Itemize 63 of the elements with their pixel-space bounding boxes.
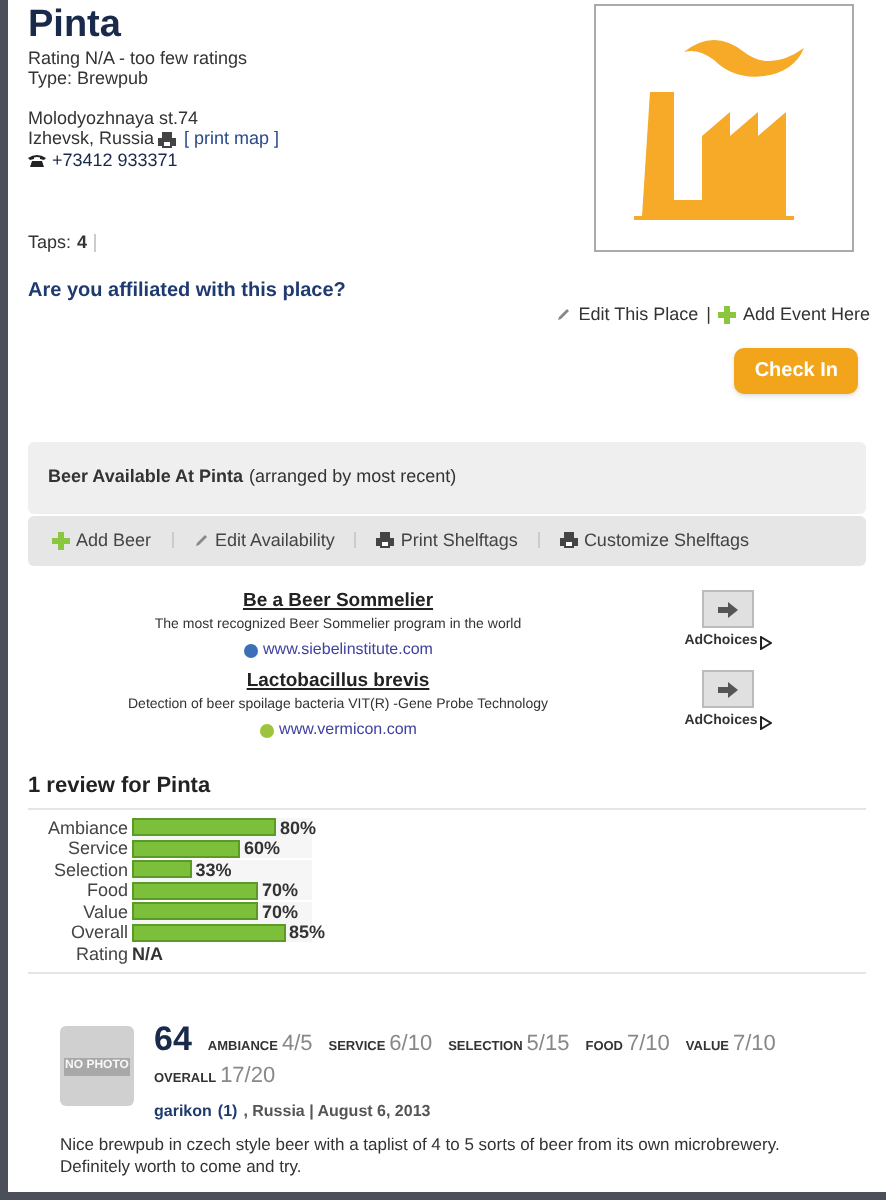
place-action-link[interactable]: Add Event Here (718, 301, 870, 328)
printer-icon (559, 532, 578, 549)
beer-box-note: (arranged by most recent) (249, 464, 457, 490)
type-text: Type: Brewpub (28, 68, 151, 88)
ad-title-link[interactable]: Lactobacillus brevis (246, 670, 430, 694)
ad-url-link[interactable]: www.vermicon.com (279, 718, 417, 742)
phone-icon (28, 153, 46, 167)
reviews-heading: 1 review for Pinta (28, 770, 866, 809)
rating-percent: 70% (262, 880, 299, 901)
author-count-link[interactable]: (1) (217, 1100, 238, 1124)
play-icon (759, 715, 772, 730)
rating-percent: 80% (280, 817, 317, 838)
separator-text: | (706, 301, 711, 328)
rating-label: Food (84, 880, 128, 901)
rating-label: Rating (73, 943, 128, 964)
score-value: 7/10 (732, 1030, 776, 1058)
arrow-right-icon (718, 681, 738, 697)
ad-url-link[interactable]: www.siebelinstitute.com (263, 638, 433, 662)
review-meta: , Russia | August 6, 2013 (243, 1100, 431, 1124)
ad-arrow-button[interactable] (702, 670, 754, 708)
plus-icon (718, 305, 737, 324)
rating-label: Selection (51, 859, 128, 880)
printer-icon (158, 131, 177, 147)
street-text: Molodyozhnaya st.74 (28, 108, 201, 128)
score-value: 4/5 (281, 1030, 313, 1058)
rating-value: N/A (132, 943, 163, 963)
toolbar-link[interactable]: Customize Shelftags (559, 527, 749, 554)
play-icon (759, 635, 772, 650)
rating-label: Ambiance (45, 817, 128, 838)
rating-percent: 60% (244, 838, 281, 859)
ad-arrow-button[interactable] (702, 590, 754, 628)
toolbar-link[interactable]: Add Beer (52, 527, 152, 554)
score-value: 6/10 (389, 1030, 433, 1058)
review-text: Nice brewpub in czech style beer with a taplist of 4 to 5 sorts of beer from its own microbrewery. Definitely worth to come and try. (60, 1134, 782, 1178)
place-title: Pinta (28, 4, 123, 48)
score-value: 5/15 (526, 1030, 570, 1058)
toolbar-link[interactable]: Print Shelftags (376, 527, 518, 554)
print-map-link[interactable]: [ print map ] (184, 128, 280, 150)
ad-title-link[interactable]: Be a Beer Sommelier (242, 590, 434, 614)
taps-label: Taps: (28, 230, 72, 256)
beer-box-title: Beer Available At Pinta (48, 464, 244, 490)
affiliation-link[interactable]: Are you affiliated with this place? (28, 275, 594, 305)
printer-icon (376, 532, 395, 549)
rating-label: Service (65, 838, 128, 859)
rating-label: Overall (68, 922, 128, 943)
rating-text: Rating N/A - too few ratings (28, 48, 250, 68)
plus-icon (52, 531, 70, 550)
toolbar-link[interactable]: Edit Availability (193, 527, 335, 554)
review-score: 64 (154, 1026, 192, 1054)
city-text: Izhevsk, Russia (28, 128, 155, 150)
arrow-right-icon (718, 601, 738, 617)
score-value: 17/20 (220, 1062, 276, 1090)
taps-count: 4 (77, 230, 88, 256)
rating-percent: 85% (289, 922, 326, 943)
score-value: 7/10 (627, 1030, 670, 1058)
pencil-icon (556, 306, 573, 323)
place-action-link[interactable]: Edit This Place (556, 301, 699, 328)
rating-percent: 70% (262, 901, 299, 922)
rating-label: Value (81, 901, 128, 922)
phone-text: +73412 933371 (52, 150, 178, 170)
author-link[interactable]: garikon (154, 1100, 212, 1124)
pencil-icon (193, 532, 210, 549)
rating-percent: 33% (195, 859, 232, 880)
